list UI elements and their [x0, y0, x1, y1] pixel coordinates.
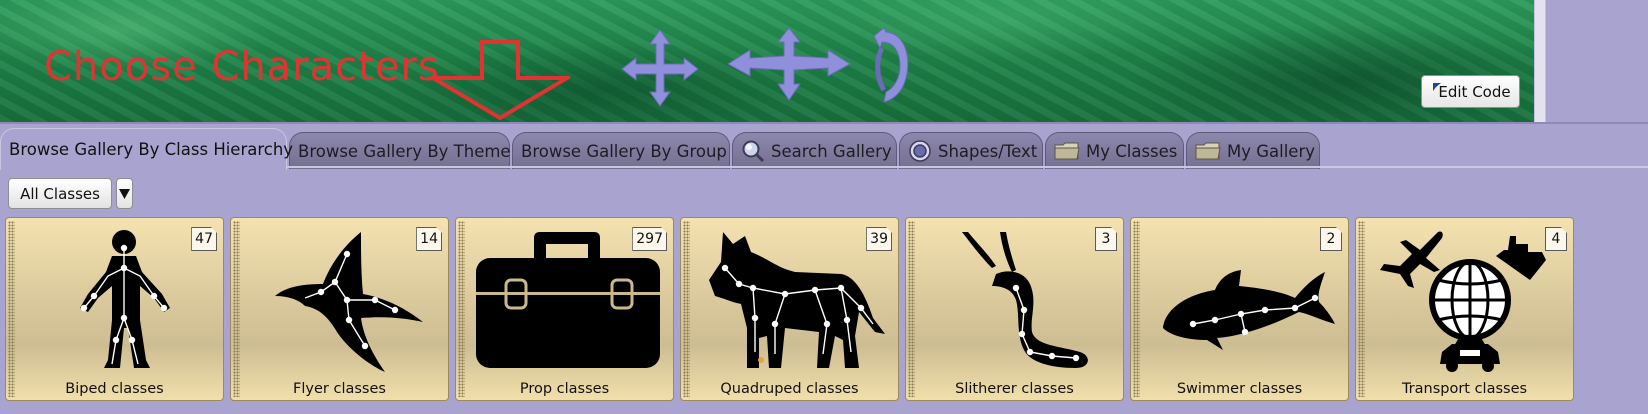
drag-grip[interactable] [1133, 221, 1140, 397]
drag-grip[interactable] [1358, 221, 1365, 397]
scene-title: Choose Characters [44, 44, 440, 90]
gallery-card-prop[interactable]: 297 Prop classes [455, 217, 674, 401]
tab-label: Browse Gallery By Class Hierarchy [9, 140, 294, 159]
tab-label: Search Gallery [771, 141, 892, 161]
gallery-card-flyer[interactable]: 14 Flyer classes [230, 217, 449, 401]
tab-label: Browse Gallery By Theme [298, 141, 511, 161]
drag-grip[interactable] [683, 221, 690, 397]
down-arrow-icon [430, 40, 570, 120]
tab-search[interactable]: Search Gallery [732, 132, 897, 169]
class-filter-select[interactable]: All Classes [8, 178, 112, 209]
folder-icon [1195, 141, 1221, 161]
drag-grip[interactable] [908, 221, 915, 397]
flag-icon [1433, 83, 1441, 91]
card-label: Quadruped classes [720, 381, 859, 397]
gallery-card-quadruped[interactable]: 39 Quadruped classes [680, 217, 899, 401]
class-filter-value: All Classes [20, 184, 100, 203]
scene-viewport[interactable]: Choose Characters Edit Code [0, 0, 1534, 122]
card-label: Swimmer classes [1176, 381, 1303, 397]
move-vertical-icon[interactable] [718, 28, 860, 102]
tab-shapes-text[interactable]: Shapes/Text [899, 132, 1043, 169]
gallery-card-transport[interactable]: 4 Transport classes [1355, 217, 1574, 401]
drag-grip[interactable] [233, 221, 240, 397]
card-label: Biped classes [65, 381, 164, 397]
edit-code-button[interactable]: Edit Code [1421, 75, 1520, 108]
card-label: Flyer classes [293, 381, 386, 397]
move-horizontal-icon[interactable] [612, 30, 708, 108]
slitherer-icon [962, 232, 1088, 368]
shapes-icon [908, 139, 932, 163]
class-filter-dropdown-button[interactable] [116, 178, 133, 209]
transport-icon [1380, 231, 1546, 372]
tab-my-gallery[interactable]: My Gallery [1186, 132, 1320, 169]
quadruped-icon [709, 232, 885, 368]
folder-icon [1054, 141, 1080, 161]
flyer-icon [275, 232, 423, 372]
tab-label: Browse Gallery By Group [521, 141, 727, 161]
tab-class-hierarchy[interactable]: Browse Gallery By Class Hierarchy [0, 128, 293, 170]
gallery-card-slitherer[interactable]: 3 Slitherer classes [905, 217, 1124, 401]
swimmer-icon [1163, 270, 1335, 350]
drag-grip[interactable] [458, 221, 465, 397]
magnifier-icon [741, 139, 765, 163]
edit-code-label: Edit Code [1438, 82, 1511, 101]
tab-group[interactable]: Browse Gallery By Group [512, 132, 730, 169]
gallery-tab-bar: Browse Gallery By Class Hierarchy Browse… [0, 122, 1648, 170]
tab-label: My Classes [1086, 141, 1178, 161]
prop-icon [476, 232, 660, 368]
scene-scroll-strip [1534, 0, 1546, 122]
rotate-icon[interactable] [872, 28, 914, 106]
biped-icon [80, 230, 170, 368]
card-label: Prop classes [519, 381, 610, 397]
gallery-card-swimmer[interactable]: 2 Swimmer classes [1130, 217, 1349, 401]
tab-theme[interactable]: Browse Gallery By Theme [289, 132, 511, 169]
card-label: Transport classes [1401, 381, 1528, 397]
drag-grip[interactable] [8, 221, 15, 397]
tab-label: Shapes/Text [938, 141, 1038, 161]
chevron-down-icon [119, 188, 130, 199]
tab-my-classes[interactable]: My Classes [1045, 132, 1184, 169]
gallery-card-biped[interactable]: 47 Biped classes [5, 217, 224, 401]
tab-label: My Gallery [1227, 141, 1316, 161]
card-label: Slitherer classes [955, 381, 1074, 397]
